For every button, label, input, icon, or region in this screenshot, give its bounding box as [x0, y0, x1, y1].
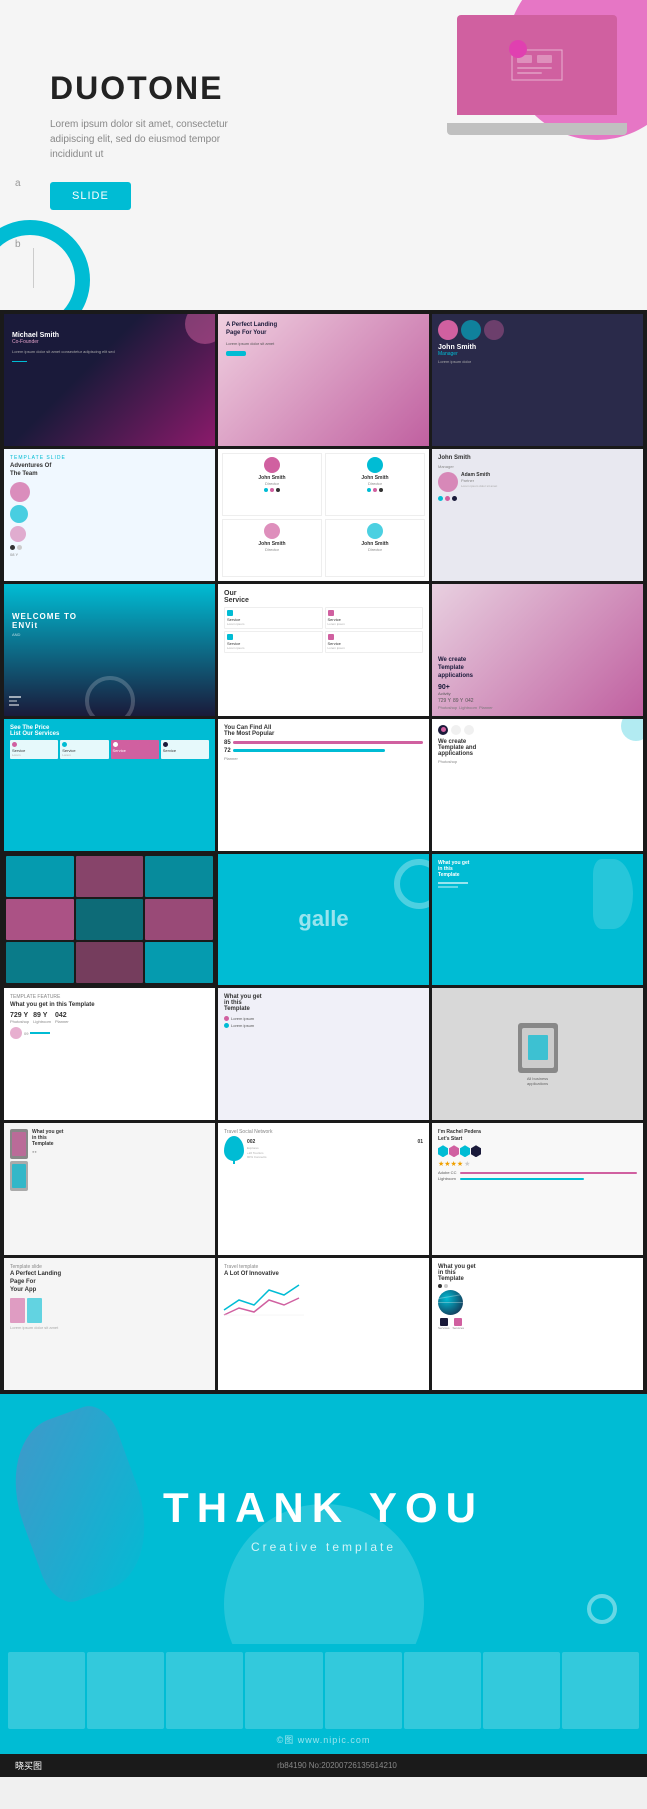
slide-10[interactable]: See The PriceList Our Services Service L…	[4, 719, 215, 851]
slide-3-name: John Smith	[438, 344, 637, 351]
slide-5[interactable]: John Smith Director John Smith Director	[218, 449, 429, 581]
slide-1-role: Co-Founder	[12, 339, 207, 345]
bottom-url: rb84190 No:20200726135614210	[277, 1761, 397, 1770]
footer-watermark: ©图 www.nipic.com	[277, 1733, 371, 1746]
slide-11-title: You Can Find AllThe Most Popular	[224, 725, 423, 737]
slide-6[interactable]: John Smith Manager Adam Smith Partner Lo…	[432, 449, 643, 581]
slide-4-title: Adventures OfThe Team	[10, 463, 209, 479]
slide-9-title: We createTemplateapplications	[438, 657, 637, 680]
slide-21[interactable]: I'm Rachel PederaLet's Start ★★★★★ Adobe…	[432, 1123, 643, 1255]
slide-7[interactable]: WELCOME TO ENVit AND	[4, 584, 215, 716]
bottom-logo: 晓买图	[15, 1759, 42, 1772]
slide-10-title: See The PriceList Our Services	[10, 725, 209, 737]
slide-4[interactable]: TEMPLATE SLIDE Adventures OfThe Team 08 …	[4, 449, 215, 581]
thank-subtitle: Creative template	[251, 1540, 396, 1554]
slide-19[interactable]: What you getin thisTemplate ●●	[4, 1123, 215, 1255]
slide-24-title: What you getin thisTemplate	[438, 1264, 637, 1282]
footer-grid	[8, 1652, 639, 1729]
slide-16[interactable]: TEMPLATE FEATURE What you get in this Te…	[4, 988, 215, 1120]
slide-20[interactable]: Travel Social Network 002 01 Explores +2…	[218, 1123, 429, 1255]
slide-19-title: What you getin thisTemplate	[32, 1129, 63, 1147]
slide-23-title: A Lot Of Innovative	[224, 1271, 423, 1277]
hero-laptop-illustration	[447, 15, 627, 145]
slide-2[interactable]: A Perfect LandingPage For Your Lorem ips…	[218, 314, 429, 446]
slide-16-title: What you get in this Template	[10, 1002, 209, 1008]
slide-8[interactable]: OurService Service Lorem ipsum Service L…	[218, 584, 429, 716]
slide-12-title: We createTemplate andapplications	[438, 739, 637, 757]
slide-8-title: OurService	[224, 590, 423, 604]
slides-grid: Michael Smith Co-Founder Lorem ipsum dol…	[4, 314, 643, 1390]
thank-you-section: THANK YOU Creative template	[0, 1394, 647, 1644]
slide-17-title: What you getin thisTemplate	[224, 994, 423, 1012]
bottom-bar: 晓买图 rb84190 No:20200726135614210	[0, 1754, 647, 1777]
slide-17[interactable]: What you getin thisTemplate Lorem ipsum …	[218, 988, 429, 1120]
slide-14[interactable]: galle	[218, 854, 429, 986]
hero-decoration-circle-left	[0, 220, 90, 310]
hero-small-circle	[509, 40, 527, 58]
slide-22-title: A Perfect LandingPage ForYour App	[10, 1271, 209, 1294]
slide-14-text: galle	[298, 906, 348, 932]
hero-ab-labels: a b	[15, 178, 21, 250]
thank-brush-decoration	[0, 1399, 167, 1609]
slide-18[interactable]: All businessapplications	[432, 988, 643, 1120]
hero-slide-button[interactable]: SLIDE	[50, 182, 131, 210]
footer-section: ©图 www.nipic.com	[0, 1644, 647, 1754]
hero-section: DUOTONE Lorem ipsum dolor sit amet, cons…	[0, 0, 647, 310]
thank-circle-right	[587, 1594, 617, 1624]
slide-22[interactable]: Template slide A Perfect LandingPage For…	[4, 1258, 215, 1390]
slide-9[interactable]: We createTemplateapplications 90+ Activi…	[432, 584, 643, 716]
slide-24[interactable]: What you getin thisTemplate Services	[432, 1258, 643, 1390]
slide-21-name: I'm Rachel PederaLet's Start	[438, 1129, 637, 1142]
slide-15[interactable]: What you getin thisTemplate	[432, 854, 643, 986]
slide-3-role: Manager	[438, 351, 637, 357]
slide-1-name: Michael Smith	[12, 332, 207, 339]
slide-13[interactable]	[4, 854, 215, 986]
slide-12[interactable]: We createTemplate andapplications Photos…	[432, 719, 643, 851]
slide-2-title: A Perfect LandingPage For Your	[226, 322, 421, 338]
slides-section: Michael Smith Co-Founder Lorem ipsum dol…	[0, 310, 647, 1394]
thank-title: THANK YOU	[163, 1484, 484, 1532]
hero-subtitle: Lorem ipsum dolor sit amet, consectetur …	[50, 117, 250, 162]
slide-1[interactable]: Michael Smith Co-Founder Lorem ipsum dol…	[4, 314, 215, 446]
slide-23[interactable]: Travel template A Lot Of Innovative	[218, 1258, 429, 1390]
slide-3[interactable]: John Smith Manager Lorem ipsum dolor	[432, 314, 643, 446]
slide-11[interactable]: You Can Find AllThe Most Popular 85 72 P…	[218, 719, 429, 851]
